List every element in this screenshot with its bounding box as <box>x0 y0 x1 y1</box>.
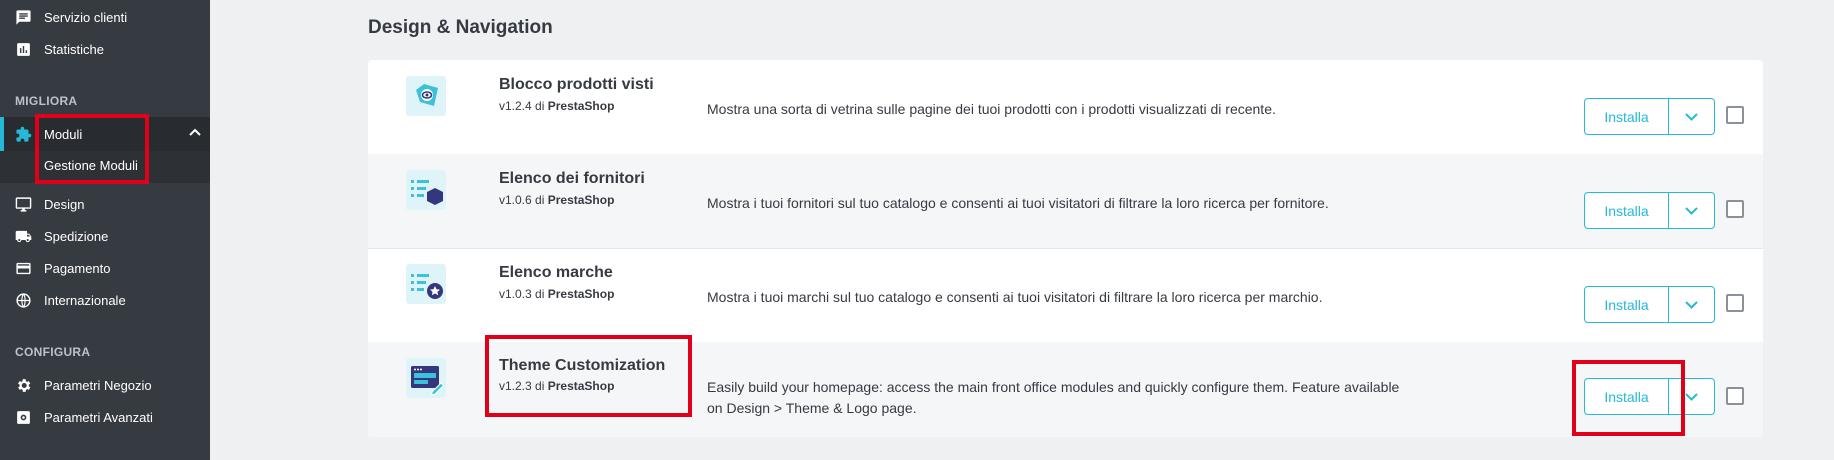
module-checkbox[interactable] <box>1726 387 1744 405</box>
install-button[interactable]: Installa <box>1585 193 1668 228</box>
module-version: v1.0.6 di PrestaShop <box>499 193 615 207</box>
chart-icon <box>17 43 30 56</box>
module-name: Theme Customization <box>499 357 666 374</box>
sidebar-item-label: Statistiche <box>44 42 104 57</box>
module-name: Elenco marche <box>499 264 613 281</box>
sidebar-subitem-gestione-moduli[interactable]: Gestione Moduli <box>44 158 138 173</box>
module-description: Mostra i tuoi marchi sul tuo catalogo e … <box>707 289 1323 305</box>
puzzle-icon <box>16 126 32 142</box>
sidebar-item-parametri-negozio[interactable]: Parametri Negozio <box>0 370 210 400</box>
chevron-down-icon[interactable] <box>1669 193 1714 228</box>
module-checkbox[interactable] <box>1726 200 1744 218</box>
module-list: Blocco prodotti visti v1.2.4 di PrestaSh… <box>368 60 1763 437</box>
module-version: v1.0.3 di PrestaShop <box>499 287 615 301</box>
sidebar-item-parametri-avanzati[interactable]: Parametri Avanzati <box>0 402 210 432</box>
module-row-elenco-marche: Elenco marche v1.0.3 di PrestaShop Mostr… <box>368 248 1763 343</box>
advanced-settings-icon <box>17 411 30 424</box>
install-button[interactable]: Installa <box>1585 287 1668 322</box>
module-row-blocco-prodotti-visti: Blocco prodotti visti v1.2.4 di PrestaSh… <box>368 60 1763 155</box>
sidebar-item-label: Servizio clienti <box>44 10 128 25</box>
sidebar-item-label: Parametri Avanzati <box>44 410 153 425</box>
section-title-configura: CONFIGURA <box>15 345 91 359</box>
sidebar-item-spedizione[interactable]: Spedizione <box>0 221 210 251</box>
truck-icon <box>15 230 32 243</box>
module-description: Easily build your homepage: access the m… <box>707 379 1400 416</box>
install-button-group: Installa <box>1584 98 1715 135</box>
sidebar-item-servizio-clienti[interactable]: Servizio clienti <box>0 2 210 32</box>
credit-card-icon <box>16 262 31 275</box>
sidebar-item-statistiche[interactable]: Statistiche <box>0 34 210 64</box>
chat-icon <box>16 10 31 25</box>
sidebar-item-internazionale[interactable]: Internazionale <box>0 285 210 315</box>
install-button-group: Installa <box>1584 378 1715 415</box>
suppliers-list-icon <box>406 170 446 210</box>
sidebar-item-label: Pagamento <box>44 261 111 276</box>
chevron-down-icon[interactable] <box>1669 287 1714 322</box>
section-title-migliora: MIGLIORA <box>15 94 78 108</box>
viewed-products-icon <box>406 76 446 116</box>
install-button[interactable]: Installa <box>1585 379 1668 414</box>
monitor-icon <box>15 197 32 212</box>
module-version: v1.2.3 di PrestaShop <box>499 379 615 393</box>
sidebar-item-label: Parametri Negozio <box>44 378 152 393</box>
module-checkbox[interactable] <box>1726 106 1744 124</box>
module-description: Mostra una sorta di vetrina sulle pagine… <box>707 101 1276 117</box>
install-button[interactable]: Installa <box>1585 99 1668 134</box>
sidebar-item-design[interactable]: Design <box>0 189 210 219</box>
theme-customization-icon <box>406 358 446 398</box>
brands-list-icon <box>406 264 446 304</box>
chevron-down-icon[interactable] <box>1669 99 1714 134</box>
gear-icon <box>18 379 31 392</box>
module-version: v1.2.4 di PrestaShop <box>499 99 615 113</box>
install-button-group: Installa <box>1584 192 1715 229</box>
globe-icon <box>16 293 31 308</box>
module-row-theme-customization: Theme Customization v1.2.3 di PrestaShop… <box>368 342 1763 437</box>
sidebar-item-moduli[interactable]: Moduli <box>0 119 210 149</box>
install-button-group: Installa <box>1584 286 1715 323</box>
sidebar-item-pagamento[interactable]: Pagamento <box>0 253 210 283</box>
module-description: Mostra i tuoi fornitori sul tuo catalogo… <box>707 195 1329 211</box>
sidebar-item-label: Design <box>44 197 85 212</box>
module-name: Blocco prodotti visti <box>499 76 654 93</box>
sidebar-item-label: Internazionale <box>44 293 126 308</box>
sidebar-item-label: Spedizione <box>44 229 109 244</box>
module-checkbox[interactable] <box>1726 294 1744 312</box>
chevron-down-icon[interactable] <box>1669 379 1714 414</box>
module-name: Elenco dei fornitori <box>499 170 645 187</box>
sidebar-item-label: Moduli <box>44 127 83 142</box>
sidebar: Servizio clienti Statistiche MIGLIORA Mo… <box>0 0 210 460</box>
module-row-elenco-fornitori: Elenco dei fornitori v1.0.6 di PrestaSho… <box>368 154 1763 249</box>
page-title: Design & Navigation <box>368 17 553 38</box>
chevron-up-icon[interactable] <box>189 128 201 136</box>
